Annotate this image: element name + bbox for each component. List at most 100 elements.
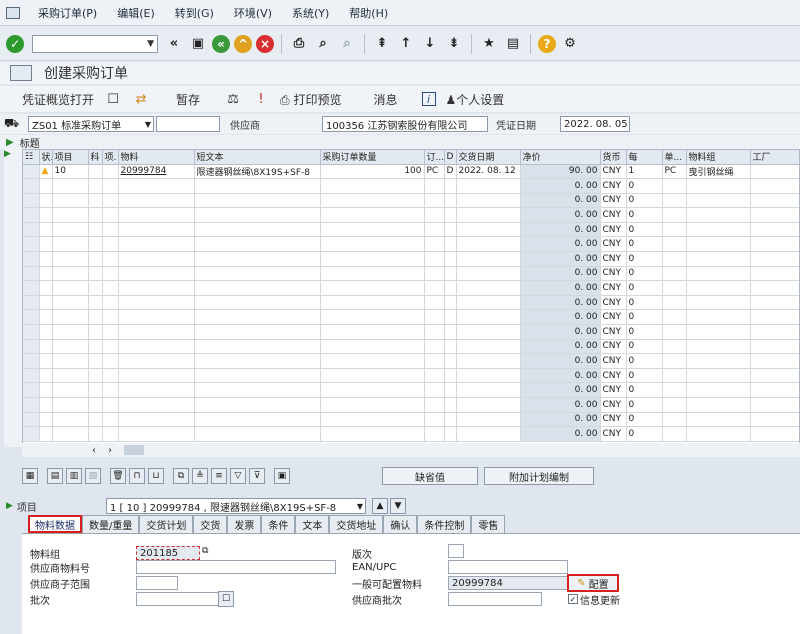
scroll-left-icon[interactable]: ‹: [92, 445, 96, 456]
delivery-date-cell[interactable]: [456, 236, 521, 253]
short-text-cell[interactable]: [194, 193, 321, 209]
account-assignment-cell[interactable]: [88, 353, 103, 369]
item-number-cell[interactable]: [52, 412, 89, 428]
short-text-cell[interactable]: [194, 178, 321, 194]
account-assignment-cell[interactable]: [88, 207, 103, 223]
currency-cell[interactable]: CNY: [600, 339, 627, 355]
plant-cell[interactable]: [750, 207, 799, 223]
status-cell[interactable]: [39, 426, 53, 442]
order-unit-cell[interactable]: [424, 426, 445, 442]
price-unit-cell[interactable]: 0: [626, 324, 663, 340]
unit-cell[interactable]: [662, 207, 687, 223]
previous-page-icon[interactable]: ↑: [396, 34, 416, 54]
status-cell[interactable]: [39, 178, 53, 194]
quantity-cell[interactable]: [320, 368, 425, 384]
plant-cell[interactable]: [750, 280, 799, 296]
column-header[interactable]: 采购订单数量: [320, 150, 425, 165]
material-group-cell[interactable]: [686, 251, 751, 267]
column-header[interactable]: D: [444, 150, 457, 165]
short-text-cell[interactable]: [194, 295, 321, 311]
delete-icon[interactable]: 🗑: [110, 468, 126, 484]
value-help-icon[interactable]: ⧉: [202, 546, 208, 556]
item-number-cell[interactable]: 10: [52, 164, 89, 180]
other-document-icon[interactable]: ⇄: [132, 90, 150, 108]
account-assignment-cell[interactable]: [88, 426, 103, 442]
short-text-cell[interactable]: [194, 236, 321, 253]
status-cell[interactable]: ▲: [39, 164, 53, 180]
material-group-cell[interactable]: [686, 353, 751, 369]
net-price-cell[interactable]: 90. 00: [520, 164, 601, 180]
currency-cell[interactable]: CNY: [600, 193, 627, 209]
material-cell[interactable]: [118, 222, 195, 238]
item-number-cell[interactable]: [52, 236, 89, 253]
date-category-cell[interactable]: [444, 353, 457, 369]
tab-invoice[interactable]: 发票: [227, 515, 262, 533]
account-assignment-cell[interactable]: [88, 222, 103, 238]
column-header[interactable]: 项目: [52, 150, 89, 165]
status-cell[interactable]: [39, 368, 53, 384]
currency-cell[interactable]: CNY: [600, 164, 627, 180]
table-row[interactable]: 0. 00 CNY 0: [23, 412, 799, 428]
item-category-cell[interactable]: [102, 178, 119, 194]
item-category-cell[interactable]: [102, 266, 119, 282]
first-page-icon[interactable]: ⇞: [372, 34, 392, 54]
row-selector-cell[interactable]: [23, 353, 40, 369]
material-cell[interactable]: [118, 266, 195, 282]
net-price-cell[interactable]: 0. 00: [520, 193, 601, 209]
header-section-toggle[interactable]: ▶ 标题: [0, 135, 800, 150]
shortcut-icon[interactable]: ▤: [503, 34, 523, 54]
delivery-date-cell[interactable]: [456, 309, 521, 326]
back-icon[interactable]: «: [212, 34, 230, 53]
item-number-cell[interactable]: [52, 324, 89, 340]
item-number-cell[interactable]: [52, 295, 89, 311]
column-header[interactable]: 订...: [424, 150, 445, 165]
plant-cell[interactable]: [750, 193, 799, 209]
short-text-cell[interactable]: [194, 324, 321, 340]
document-overview-button[interactable]: 凭证概览打开: [22, 91, 94, 108]
material-cell[interactable]: [118, 295, 195, 311]
expand-triangle-icon[interactable]: ▶: [6, 501, 13, 511]
sort-ascending-icon[interactable]: ≜: [192, 468, 208, 484]
material-group-cell[interactable]: [686, 193, 751, 209]
item-category-cell[interactable]: [102, 353, 119, 369]
command-field[interactable]: ▼: [32, 34, 158, 53]
account-assignment-cell[interactable]: [88, 164, 103, 180]
table-row[interactable]: 0. 00 CNY 0: [23, 207, 799, 223]
account-assignment-cell[interactable]: [88, 266, 103, 282]
price-unit-cell[interactable]: 0: [626, 426, 663, 442]
status-cell[interactable]: [39, 193, 53, 209]
material-group-cell[interactable]: [686, 397, 751, 413]
order-unit-cell[interactable]: [424, 193, 445, 209]
plant-cell[interactable]: [750, 339, 799, 355]
currency-cell[interactable]: CNY: [600, 412, 627, 428]
table-row[interactable]: 0. 00 CNY 0: [23, 368, 799, 384]
item-category-cell[interactable]: [102, 324, 119, 340]
material-group-cell[interactable]: [686, 309, 751, 326]
currency-cell[interactable]: CNY: [600, 295, 627, 311]
hold-button[interactable]: 暂存: [176, 91, 200, 108]
batch-search-icon[interactable]: ☐: [218, 591, 234, 607]
doc-type-select[interactable]: ZS01 标准采购订单 ▼: [28, 116, 154, 132]
column-header[interactable]: 科: [88, 150, 103, 165]
table-row[interactable]: 0. 00 CNY 0: [23, 353, 799, 369]
row-selector-cell[interactable]: [23, 324, 40, 340]
material-group-cell[interactable]: [686, 412, 751, 428]
row-selector-cell[interactable]: [23, 266, 40, 282]
vendor-field[interactable]: 100356 江苏钢索股份有限公司: [322, 116, 488, 132]
short-text-cell[interactable]: [194, 207, 321, 223]
column-header[interactable]: 单...: [662, 150, 687, 165]
row-selector-cell[interactable]: [23, 164, 40, 180]
row-selector-cell[interactable]: [23, 339, 40, 355]
plant-cell[interactable]: [750, 309, 799, 326]
unit-cell[interactable]: [662, 339, 687, 355]
item-number-cell[interactable]: [52, 382, 89, 398]
net-price-cell[interactable]: 0. 00: [520, 339, 601, 355]
item-category-cell[interactable]: [102, 251, 119, 267]
grid-horizontal-scrollbar[interactable]: ‹ ›: [22, 443, 800, 457]
filter-icon[interactable]: ▽: [230, 468, 246, 484]
material-cell[interactable]: [118, 193, 195, 209]
material-group-cell[interactable]: 曳引钢丝绳: [686, 164, 751, 180]
tab-material-data[interactable]: 物料数据: [28, 515, 82, 533]
currency-cell[interactable]: CNY: [600, 309, 627, 326]
price-unit-cell[interactable]: 0: [626, 295, 663, 311]
